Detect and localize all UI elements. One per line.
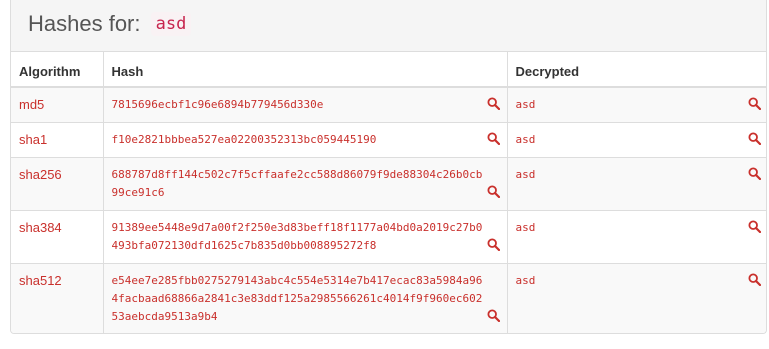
- table-header-row: Algorithm Hash Decrypted: [11, 52, 766, 88]
- hash-value: 7815696ecbf1c96e6894b779456d330e: [111, 98, 324, 111]
- decrypted-value: asd: [515, 98, 536, 111]
- decrypted-cell: asd: [507, 210, 766, 264]
- query-code: asd: [150, 12, 192, 36]
- search-icon[interactable]: [748, 219, 761, 233]
- hash-value: 688787d8ff144c502c7f5cffaafe2cc588d86079…: [111, 167, 483, 199]
- panel-heading: Hashes for: asd: [11, 0, 766, 52]
- page-title: Hashes for: asd: [28, 9, 192, 41]
- algorithm-cell: md5: [11, 87, 104, 123]
- decrypted-cell: asd: [507, 157, 766, 211]
- hash-cell: 7815696ecbf1c96e6894b779456d330e: [103, 87, 508, 123]
- hash-cell: 91389ee5448e9d7a00f2f250e3d83beff18f1177…: [103, 210, 508, 264]
- table-row: sha512 e54ee7e285fbb0275279143abc4c554e5…: [11, 263, 766, 333]
- search-icon[interactable]: [748, 131, 761, 145]
- algorithm-cell: sha1: [11, 122, 104, 158]
- search-icon[interactable]: [486, 308, 500, 322]
- hash-value: e54ee7e285fbb0275279143abc4c554e5314e7b4…: [111, 273, 483, 323]
- hash-cell: e54ee7e285fbb0275279143abc4c554e5314e7b4…: [103, 263, 508, 333]
- decrypted-cell: asd: [507, 263, 766, 333]
- column-header-hash: Hash: [103, 52, 508, 88]
- decrypted-value: asd: [515, 220, 536, 234]
- hash-cell: 688787d8ff144c502c7f5cffaafe2cc588d86079…: [103, 157, 508, 211]
- search-icon[interactable]: [486, 97, 500, 110]
- decrypted-cell: asd: [507, 87, 766, 123]
- decrypted-cell: asd: [507, 122, 766, 158]
- column-header-decrypted: Decrypted: [507, 52, 766, 88]
- search-icon[interactable]: [748, 272, 761, 286]
- decrypted-value: asd: [515, 167, 536, 181]
- search-icon[interactable]: [748, 97, 761, 110]
- column-header-algorithm: Algorithm: [11, 52, 104, 88]
- search-icon[interactable]: [748, 166, 761, 180]
- table-row: sha256 688787d8ff144c502c7f5cffaafe2cc58…: [11, 157, 766, 211]
- table-row: md5 7815696ecbf1c96e6894b779456d330e asd: [11, 87, 766, 123]
- search-icon[interactable]: [486, 131, 500, 145]
- search-icon[interactable]: [486, 184, 500, 198]
- algorithm-cell: sha256: [11, 157, 104, 211]
- hashes-table: Algorithm Hash Decrypted md5 7815696ecbf…: [11, 52, 766, 333]
- hash-cell: f10e2821bbbea527ea02200352313bc059445190: [103, 122, 508, 158]
- hashes-panel: Hashes for: asd Algorithm Hash Decrypted…: [10, 0, 767, 334]
- table-row: sha1 f10e2821bbbea527ea02200352313bc0594…: [11, 122, 766, 158]
- hash-value: f10e2821bbbea527ea02200352313bc059445190: [111, 132, 377, 146]
- algorithm-cell: sha512: [11, 263, 104, 333]
- algorithm-cell: sha384: [11, 210, 104, 264]
- decrypted-value: asd: [515, 273, 536, 287]
- hash-value: 91389ee5448e9d7a00f2f250e3d83beff18f1177…: [111, 220, 483, 252]
- table-row: sha384 91389ee5448e9d7a00f2f250e3d83beff…: [11, 210, 766, 264]
- search-icon[interactable]: [486, 237, 500, 251]
- title-prefix: Hashes for:: [28, 11, 141, 36]
- decrypted-value: asd: [515, 132, 536, 146]
